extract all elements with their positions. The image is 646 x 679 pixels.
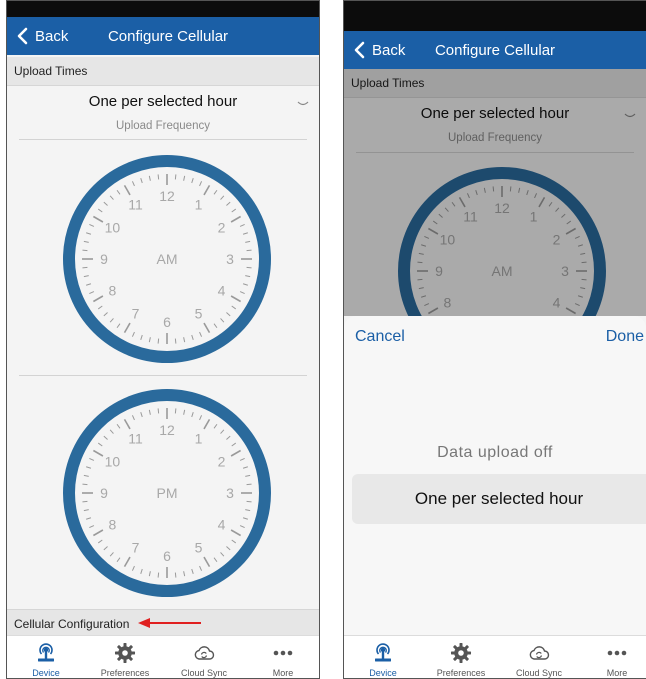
clock-hour-10[interactable]: 10 (105, 220, 121, 236)
clock-minute-tick (174, 408, 177, 414)
modal-dim-overlay[interactable] (344, 69, 646, 316)
clock-hour-9[interactable]: 9 (100, 485, 108, 501)
screen-configure-cellular: Back Configure Cellular Upload Times One… (6, 0, 320, 679)
clock-hour-9[interactable]: 9 (100, 251, 108, 267)
clock-hour-2[interactable]: 2 (218, 220, 226, 236)
device-icon (38, 643, 54, 662)
divider (19, 375, 307, 376)
clock-hour-5[interactable]: 5 (195, 540, 203, 556)
picker-option-data-upload-off[interactable]: Data upload off (344, 444, 646, 462)
clock-hour-3[interactable]: 3 (226, 485, 234, 501)
done-button[interactable]: Done (606, 328, 644, 346)
clock-minute-tick (174, 572, 177, 578)
clock-minute-tick (157, 408, 160, 414)
tab-label: Device (32, 668, 60, 678)
tab-cloud-sync[interactable]: Cloud Sync (165, 636, 243, 678)
nav-bar: Back Configure Cellular (7, 17, 319, 55)
tab-more[interactable]: More (578, 636, 646, 678)
status-bar (7, 1, 319, 17)
clock-minute-tick (157, 174, 160, 180)
cloud-sync-icon (529, 646, 550, 660)
clock-minute-tick (82, 483, 88, 486)
clock-hour-11[interactable]: 11 (128, 196, 143, 212)
nav-bar: Back Configure Cellular (344, 31, 646, 69)
cloud-sync-icon (194, 646, 215, 660)
tab-preferences[interactable]: Preferences (86, 636, 164, 678)
clock-hour-2[interactable]: 2 (218, 454, 226, 470)
clock-minute-tick (174, 174, 177, 180)
clock-hour-4[interactable]: 4 (218, 283, 226, 299)
tab-cloud-sync[interactable]: Cloud Sync (500, 636, 578, 678)
pm-clock[interactable]: 121234567891011 PM (61, 387, 273, 599)
clock-minute-tick (246, 500, 252, 503)
tab-label: Cloud Sync (180, 668, 228, 678)
clock-hour-3[interactable]: 3 (226, 251, 234, 267)
clock-hour-1[interactable]: 1 (195, 196, 203, 212)
upload-frequency-selector[interactable]: One per selected hour Upload Frequency (7, 85, 319, 141)
status-bar (344, 1, 646, 31)
more-icon (607, 650, 627, 656)
cancel-button[interactable]: Cancel (355, 328, 405, 346)
red-arrow-annotation (138, 618, 201, 628)
tab-label: Device (369, 668, 397, 678)
section-header-label: Cellular Configuration (14, 617, 130, 631)
frequency-picker-sheet: Cancel Done Data upload off One per sele… (344, 316, 646, 636)
pm-label: PM (157, 485, 178, 501)
page-title: Configure Cellular (107, 27, 229, 45)
clock-minute-tick (157, 572, 160, 578)
clock-hour-8[interactable]: 8 (109, 517, 117, 533)
upload-frequency-value: One per selected hour (88, 93, 238, 110)
tab-bar: Device Preferences Cloud Sync More (344, 635, 646, 678)
clock-hour-6[interactable]: 6 (163, 548, 171, 564)
tab-preferences[interactable]: Preferences (422, 636, 500, 678)
clock-hour-5[interactable]: 5 (195, 306, 203, 322)
tab-label: Preferences (100, 668, 150, 678)
am-label: AM (157, 251, 178, 267)
tab-label: More (606, 668, 628, 678)
clock-hour-11[interactable]: 11 (128, 430, 143, 446)
section-header-upload-times: Upload Times (7, 57, 319, 86)
tab-device[interactable]: Device (344, 636, 422, 678)
screen-frequency-picker: Back Configure Cellular Upload Times One… (343, 0, 646, 679)
tab-more[interactable]: More (244, 636, 319, 678)
more-icon (273, 650, 293, 656)
clock-hour-8[interactable]: 8 (109, 283, 117, 299)
clock-minute-tick (82, 249, 88, 252)
clock-minute-tick (174, 338, 177, 344)
divider (19, 139, 307, 140)
clock-hour-7[interactable]: 7 (132, 306, 140, 322)
clock-hour-7[interactable]: 7 (132, 540, 140, 556)
tab-device[interactable]: Device (7, 636, 85, 678)
picker-option-one-per-selected-hour[interactable]: One per selected hour (352, 474, 646, 524)
clock-hour-4[interactable]: 4 (218, 517, 226, 533)
clock-minute-tick (157, 338, 160, 344)
page-title: Configure Cellular (434, 41, 556, 59)
chevron-down-icon (297, 101, 309, 106)
clock-hour-10[interactable]: 10 (105, 454, 121, 470)
tab-label: Cloud Sync (515, 668, 563, 678)
gear-icon (115, 643, 135, 663)
clock-minute-tick (82, 266, 88, 269)
clock-minute-tick (246, 266, 252, 269)
device-icon (375, 643, 391, 662)
gear-icon (451, 643, 471, 663)
clock-hour-1[interactable]: 1 (195, 430, 203, 446)
am-clock[interactable]: 121234567891011 AM (61, 153, 273, 365)
clock-hour-6[interactable]: 6 (163, 314, 171, 330)
tab-label: Preferences (436, 668, 486, 678)
tab-label: More (272, 668, 294, 678)
clock-hour-12[interactable]: 12 (159, 188, 175, 204)
upload-frequency-label: Upload Frequency (116, 120, 210, 132)
clock-hour-12[interactable]: 12 (159, 422, 175, 438)
tab-bar: Device Preferences Cloud Sync More (7, 635, 319, 678)
clock-minute-tick (246, 249, 252, 252)
clock-minute-tick (82, 500, 88, 503)
clock-minute-tick (246, 483, 252, 486)
